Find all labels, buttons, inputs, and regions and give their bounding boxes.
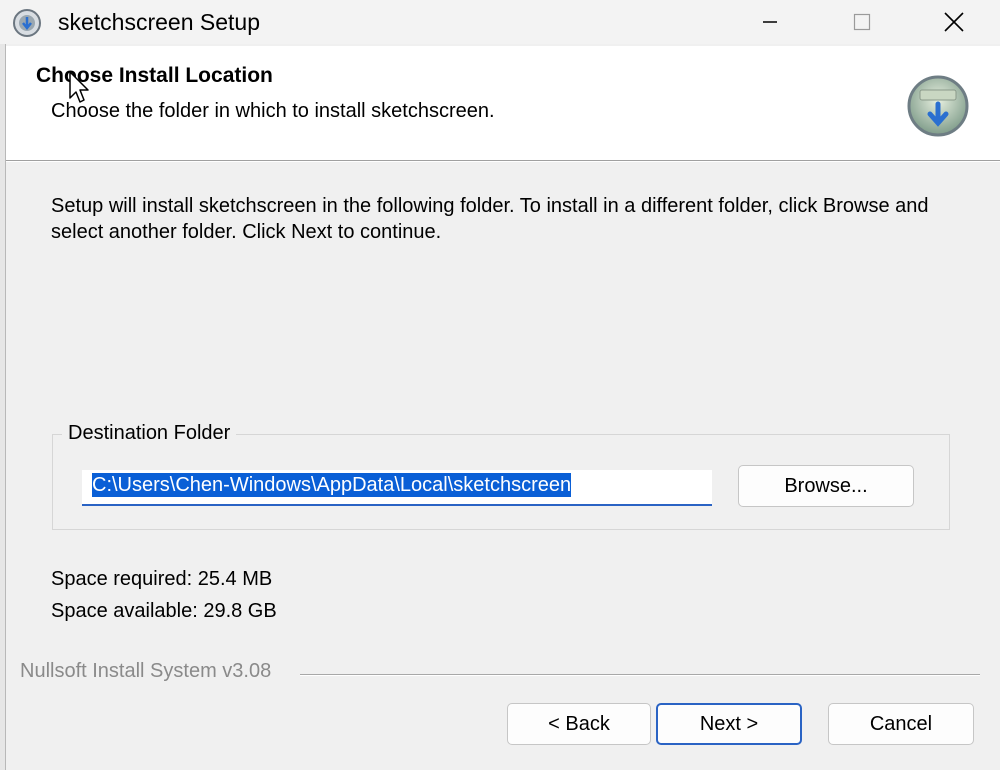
footer-separator-highlight [300,675,980,676]
space-available: Space available: 29.8 GB [51,600,277,622]
destination-path-input[interactable]: C:\Users\Chen-Windows\AppData\Local\sket… [82,470,712,506]
header-panel: Choose Install Location Choose the folde… [6,46,1000,160]
close-button[interactable] [908,0,1000,44]
title-bar[interactable]: sketchscreen Setup [0,0,1000,44]
maximize-button[interactable] [816,0,908,44]
minimize-button[interactable] [724,0,816,44]
destination-folder-label: Destination Folder [62,422,237,445]
nsis-branding: Nullsoft Install System v3.08 [20,660,280,683]
back-button[interactable]: < Back [507,703,651,745]
cancel-button[interactable]: Cancel [828,703,974,745]
close-icon [944,12,964,32]
space-required: Space required: 25.4 MB [51,568,273,590]
destination-path-text: C:\Users\Chen-Windows\AppData\Local\sket… [92,473,572,497]
maximize-icon [853,13,871,31]
mouse-cursor-icon [69,71,89,103]
browse-button[interactable]: Browse... [738,465,914,507]
installer-app-icon [13,9,41,37]
minimize-icon [763,21,777,23]
intro-text: Setup will install sketchscreen in the f… [51,195,929,243]
next-button[interactable]: Next > [656,703,802,745]
installer-window: sketchscreen Setup Choose Install Locati… [0,0,1000,770]
window-title: sketchscreen Setup [58,9,261,35]
page-subtitle: Choose the folder in which to install sk… [51,100,495,122]
header-separator-highlight [6,161,1000,162]
installer-logo-icon [907,75,969,137]
